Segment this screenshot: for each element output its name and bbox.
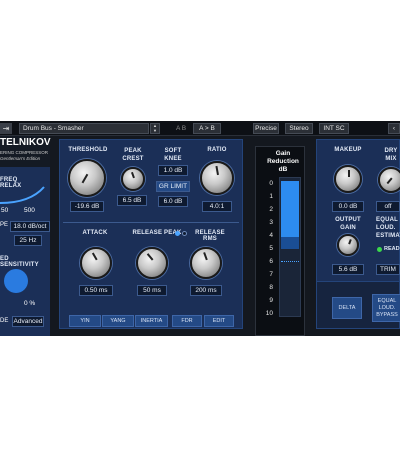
mode-label: DE [0,318,9,324]
meter-tick: 5 [269,245,273,252]
ready-led [377,247,382,252]
plugin-window: ⇥ Drum Bus - Smasher ▲ ▼ A B A > B Precis… [0,121,400,336]
slope-label: PE [0,222,9,228]
routing-icon[interactable]: ⇥ [0,123,12,134]
attack-label: ATTACK [82,230,108,236]
gr-limit-button[interactable]: GR LIMIT [156,181,190,192]
equal-loud-label: EQUAL LOUD. ESTIMAT [376,217,400,239]
chevron-down-icon[interactable]: ▼ [151,128,159,134]
threshold-knob[interactable] [68,159,106,197]
soft-knee-value[interactable]: 1.0 dB [158,165,188,176]
brand-subtitle: ERING COMPRESSOR [0,150,49,155]
precise-button[interactable]: Precise [253,123,279,134]
delta-button[interactable]: DELTA [332,297,362,319]
stereo-button[interactable]: Stereo [285,123,313,134]
release-peak-value[interactable]: 50 ms [137,285,167,296]
meter-tick: 2 [269,206,273,213]
threshold-label: THRESHOLD [68,147,108,153]
equal-loud-bypass-button[interactable]: EQUAL LOUD. BYPASS [372,294,400,322]
meter-title: Gain Reduction dB [267,150,299,173]
ready-label: READ [384,246,400,252]
gr-limit-value[interactable]: 6.0 dB [158,196,188,207]
meter-tick: 9 [269,297,273,304]
release-peak-radio[interactable] [175,231,180,236]
output-gain-label: OUTPUT GAIN [335,217,361,231]
ratio-value[interactable]: 4.0:1 [202,201,232,212]
meter-hold [281,237,299,249]
yin-button[interactable]: YIN [69,315,101,327]
slope-field[interactable]: 18.0 dB/oct [10,221,50,232]
brand-edition: Gentleman's Edition [0,156,41,161]
meter-tick: 1 [269,193,273,200]
meter-tick: 6 [269,258,273,265]
relax-freq-low: 50 [1,207,9,214]
meter-bar [281,181,299,237]
peak-crest-value[interactable]: 6.5 dB [117,195,147,206]
fdr-button[interactable]: FDR [172,315,202,327]
output-gain-knob[interactable] [337,234,359,256]
ab-copy-button[interactable]: A > B [193,123,221,134]
peak-crest-knob[interactable] [121,167,145,191]
release-rms-value[interactable]: 200 ms [190,285,222,296]
dry-mix-value[interactable]: off [376,201,400,212]
soft-knee-label: SOFT KNEE [164,148,182,162]
attack-value[interactable]: 0.50 ms [79,285,113,296]
makeup-label: MAKEUP [334,147,362,153]
relax-curve[interactable] [0,185,50,205]
peak-crest-label: PEAK CREST [122,148,144,162]
edit-button[interactable]: EDIT [204,315,234,327]
ab-toggle[interactable]: A B [172,123,190,134]
sidechain-button[interactable]: INT SC [319,123,349,134]
meter-tick: 3 [269,219,273,226]
meter-tick: 8 [269,284,273,291]
trim-button[interactable]: TRIM [376,264,400,275]
release-rms-radio[interactable] [182,231,187,236]
sensitivity-knob[interactable] [4,269,28,293]
meter-threshold-marker [281,261,299,262]
attack-knob[interactable] [80,247,112,279]
brand-title: TELNIKOV [0,137,51,148]
sensitivity-label: ED SENSITIVITY [0,256,39,268]
makeup-knob[interactable] [334,165,362,193]
meter-tick: 0 [269,180,273,187]
dry-mix-knob[interactable] [378,167,400,193]
preset-stepper[interactable]: ▲ ▼ [150,123,160,134]
dry-mix-label: DRY MIX [384,148,398,162]
release-rms-knob[interactable] [190,247,222,279]
inertia-button[interactable]: INERTIA [135,315,168,327]
ratio-label: RATIO [207,147,227,153]
relax-freq-high: 500 [24,207,35,214]
output-gain-value[interactable]: 5.6 dB [332,264,364,275]
release-rms-label: RELEASE RMS [195,230,225,242]
yang-button[interactable]: YANG [102,315,134,327]
meter-tick: 4 [269,232,273,239]
divider [63,222,239,223]
meter-tick: 10 [265,310,273,317]
chevron-left-icon[interactable]: ‹ [388,123,400,134]
threshold-value[interactable]: -19.6 dB [70,201,104,212]
preset-selector[interactable]: Drum Bus - Smasher [19,123,149,134]
hz-field[interactable]: 25 Hz [14,235,42,246]
release-peak-knob[interactable] [136,247,168,279]
advanced-button[interactable]: Advanced [12,316,44,327]
sensitivity-value: 0 % [24,300,36,307]
meter-tick: 7 [269,271,273,278]
ratio-knob[interactable] [200,161,234,195]
makeup-value[interactable]: 0.0 dB [332,201,364,212]
